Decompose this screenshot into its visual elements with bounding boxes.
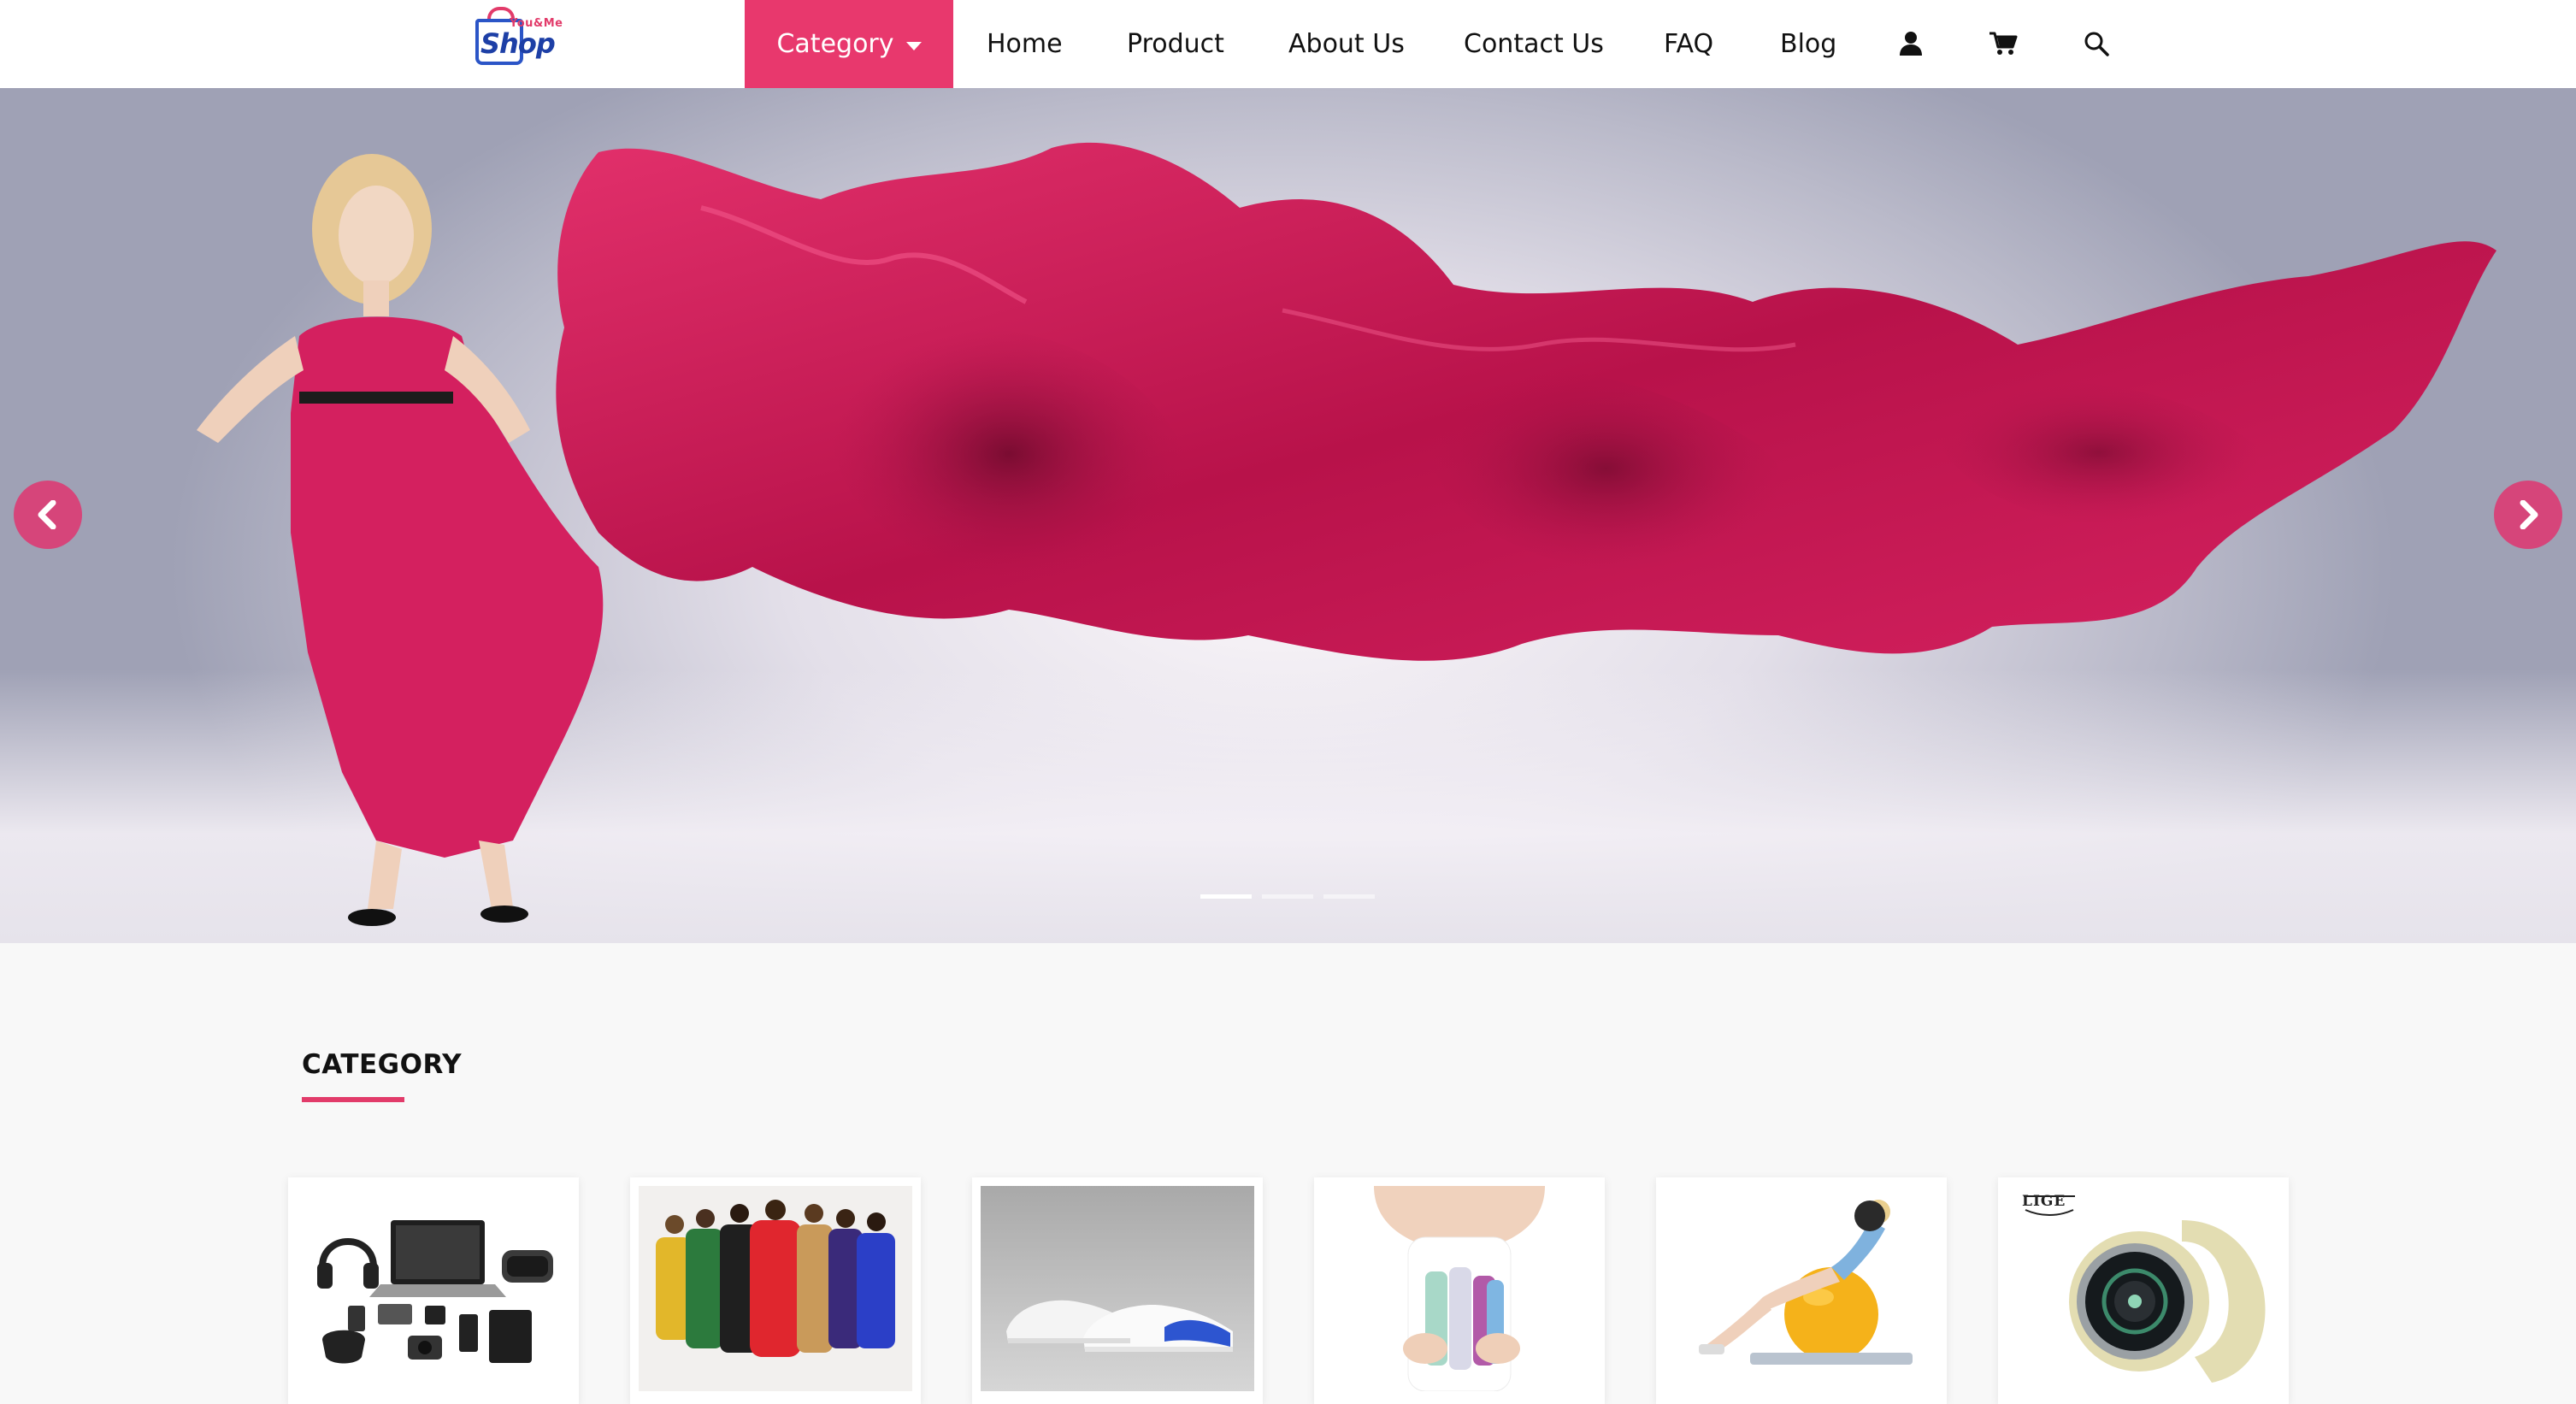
category-card-fashion[interactable] [630,1177,921,1404]
user-icon[interactable] [1891,24,1931,63]
hero-carousel [0,88,2576,943]
white-sneakers-image [981,1186,1254,1391]
logo-wordmark: Shop [480,27,556,60]
hero-slide-image [197,142,2496,926]
watch-brand-mark: LIGE [2022,1193,2066,1210]
carousel-indicator-1[interactable] [1200,894,1252,899]
carousel-prev-button[interactable] [14,481,82,549]
category-card-footwear[interactable] [972,1177,1263,1404]
nav-link-contact-us[interactable]: Contact Us [1464,0,1604,88]
beauty-cosmetics-image [1323,1186,1596,1391]
nav-category-label: Category [776,29,894,59]
nav-link-product[interactable]: Product [1127,0,1224,88]
category-heading: CATEGORY [302,1049,463,1080]
carousel-indicators [1200,894,1375,899]
chevron-right-icon [2520,500,2538,529]
fashion-runway-models-image [639,1186,912,1391]
nav-category-dropdown[interactable]: Category [745,0,953,88]
fitness-ball-exercise-image [1665,1186,1938,1391]
nav-link-blog[interactable]: Blog [1780,0,1836,88]
nav-link-home[interactable]: Home [987,0,1063,88]
category-heading-underline [302,1097,404,1102]
carousel-indicator-2[interactable] [1262,894,1313,899]
nav-link-faq[interactable]: FAQ [1664,0,1713,88]
cart-icon[interactable] [1984,24,2023,63]
category-card-fitness[interactable] [1656,1177,1947,1404]
category-card-beauty[interactable] [1314,1177,1605,1404]
shop-logo[interactable]: You&Me Shop [475,7,563,68]
carousel-next-button[interactable] [2494,481,2562,549]
carousel-indicator-3[interactable] [1323,894,1375,899]
nav-link-about-us[interactable]: About Us [1288,0,1405,88]
navbar: You&Me Shop Category Home Product About … [0,0,2576,89]
category-card-watches[interactable]: LIGE [1998,1177,2289,1404]
search-icon[interactable] [2077,24,2116,63]
electronics-gadgets-image [297,1186,570,1391]
caret-down-icon [905,41,922,50]
category-card-electronics[interactable] [288,1177,579,1404]
chevron-left-icon [38,500,56,529]
smartwatch-image: LIGE [2007,1186,2280,1391]
